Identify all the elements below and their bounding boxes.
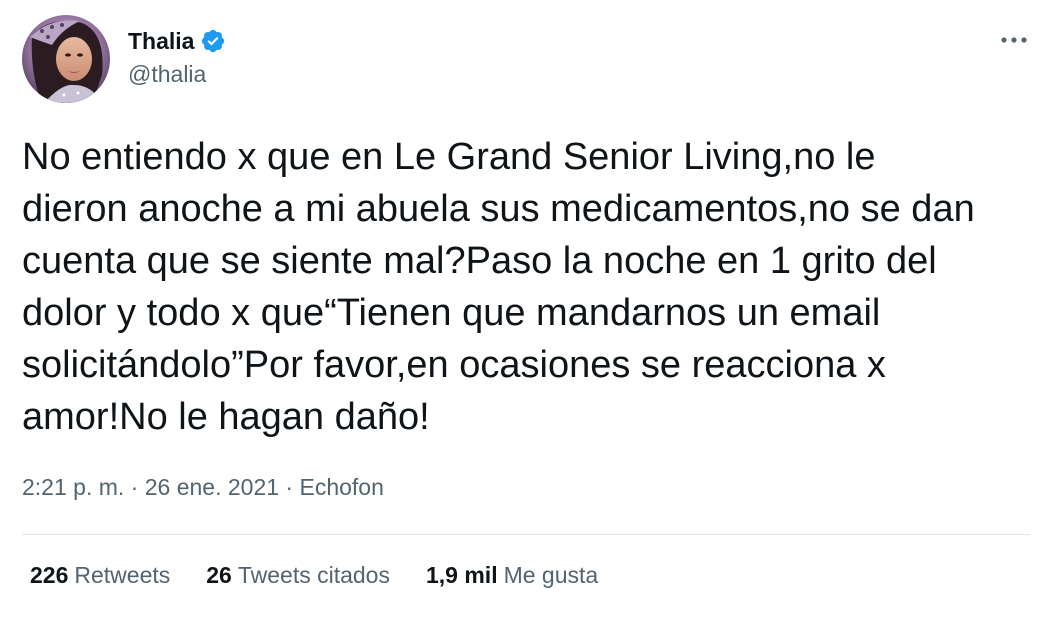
retweets-count: 226 [30,562,69,588]
retweets-stat[interactable]: 226 Retweets [30,562,170,589]
author-name-row: Thalia [128,26,226,56]
divider [22,534,1030,535]
tweet-meta: 2:21 p. m. · 26 ene. 2021 · Echofon [22,474,384,501]
tweet-date[interactable]: 26 ene. 2021 [145,474,279,500]
tweet-text: No entiendo x que en Le Grand Senior Liv… [22,136,975,438]
quotes-label: Tweets citados [237,562,390,588]
likes-stat[interactable]: 1,9 mil Me gusta [426,562,598,589]
tweet-stats: 226 Retweets 26 Tweets citados 1,9 mil Me g… [30,562,634,589]
quotes-count: 26 [206,562,232,588]
likes-label: Me gusta [503,562,599,588]
likes-count: 1,9 mil [425,562,498,588]
meta-separator: · [130,474,139,500]
quotes-stat[interactable]: 26 Tweets citados [206,562,390,589]
profile-photo-icon [22,15,110,103]
avatar[interactable] [22,15,110,103]
tweet-source[interactable]: Echofon [299,474,383,500]
display-name[interactable]: Thalia [128,28,194,55]
user-handle[interactable]: @thalia [128,61,206,88]
meta-separator: · [285,474,294,500]
tweet-card: Thalia @thalia No entiendo x que en Le G… [0,0,1057,620]
tweet-time[interactable]: 2:21 p. m. [22,474,124,500]
more-options-button[interactable] [994,24,1034,56]
verified-badge-icon [200,28,226,54]
more-dots-icon [1001,37,1027,43]
retweets-label: Retweets [74,562,171,588]
